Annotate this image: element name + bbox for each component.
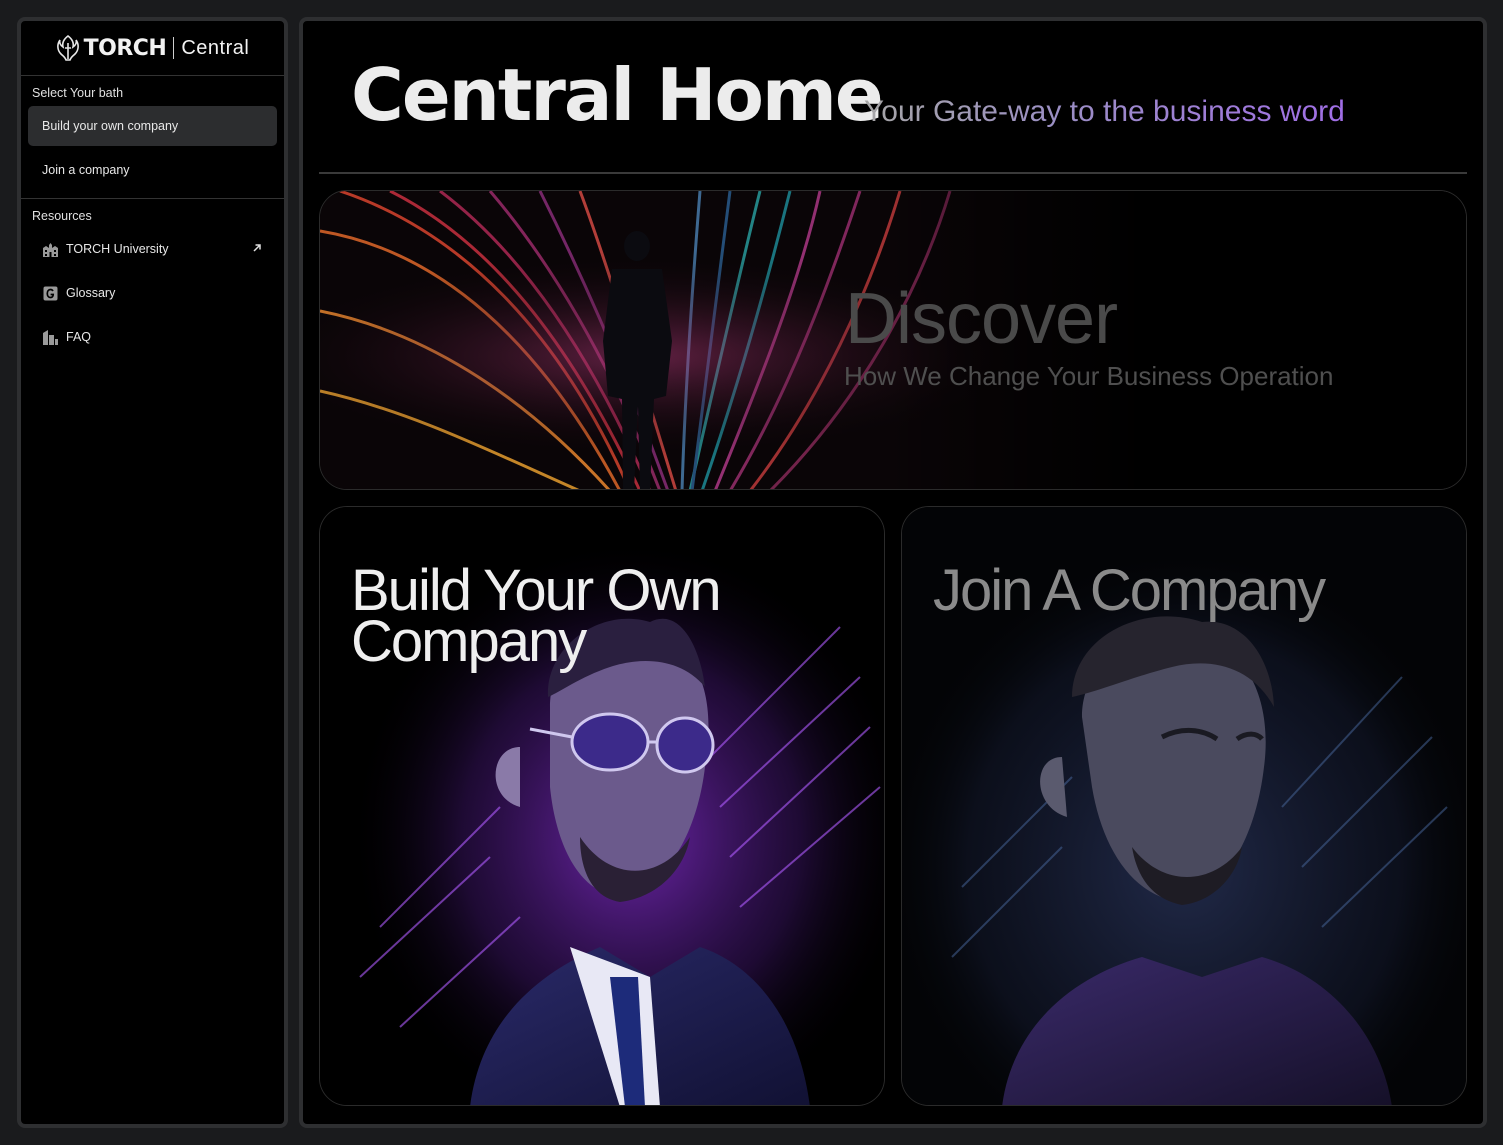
sidebar-item-label: TORCH University [66,242,169,256]
logo-separator [173,37,175,59]
sidebar-item-label: Glossary [66,286,116,300]
sidebar-item-join-company[interactable]: Join a company [28,150,277,190]
glossary-icon [42,285,59,302]
faq-icon [42,329,59,346]
torch-logo-icon [56,35,79,61]
external-link-icon [253,244,261,252]
sidebar-item-faq[interactable]: FAQ [28,317,277,357]
discover-subtitle: How We Change Your Business Operation [844,361,1334,391]
sidebar-item-label: FAQ [66,330,92,344]
main-panel: Central Home Your Gate-way to the busine… [299,17,1487,1128]
sidebar: TORCH Central Select Your bath Build you… [17,17,288,1128]
sidebar-item-glossary[interactable]: Glossary [28,273,277,313]
discover-title: Discover [845,279,1118,359]
resources-section-title: Resources [32,209,92,223]
build-company-card[interactable]: Build Your Own Company [319,506,885,1106]
sidebar-item-torch-university[interactable]: TORCH University [28,229,277,269]
page-subtitle: Your Gate-way to the business word [864,95,1345,128]
university-icon [42,241,59,258]
discover-card[interactable]: Discover How We Change Your Business Ope… [319,190,1467,490]
path-section-title: Select Your bath [32,86,124,100]
sidebar-item-build-company[interactable]: Build your own company [28,106,277,146]
join-company-card[interactable]: Join A Company [901,506,1467,1106]
header-divider [319,172,1467,174]
page-title: Central Home [351,53,884,137]
join-company-title: Join A Company [933,558,1326,623]
torch-central-logo[interactable]: TORCH Central [21,21,284,76]
logo-torch-text: TORCH [83,35,167,61]
logo-central-text: Central [181,36,250,59]
build-company-title: Build Your Own Company [351,558,722,674]
